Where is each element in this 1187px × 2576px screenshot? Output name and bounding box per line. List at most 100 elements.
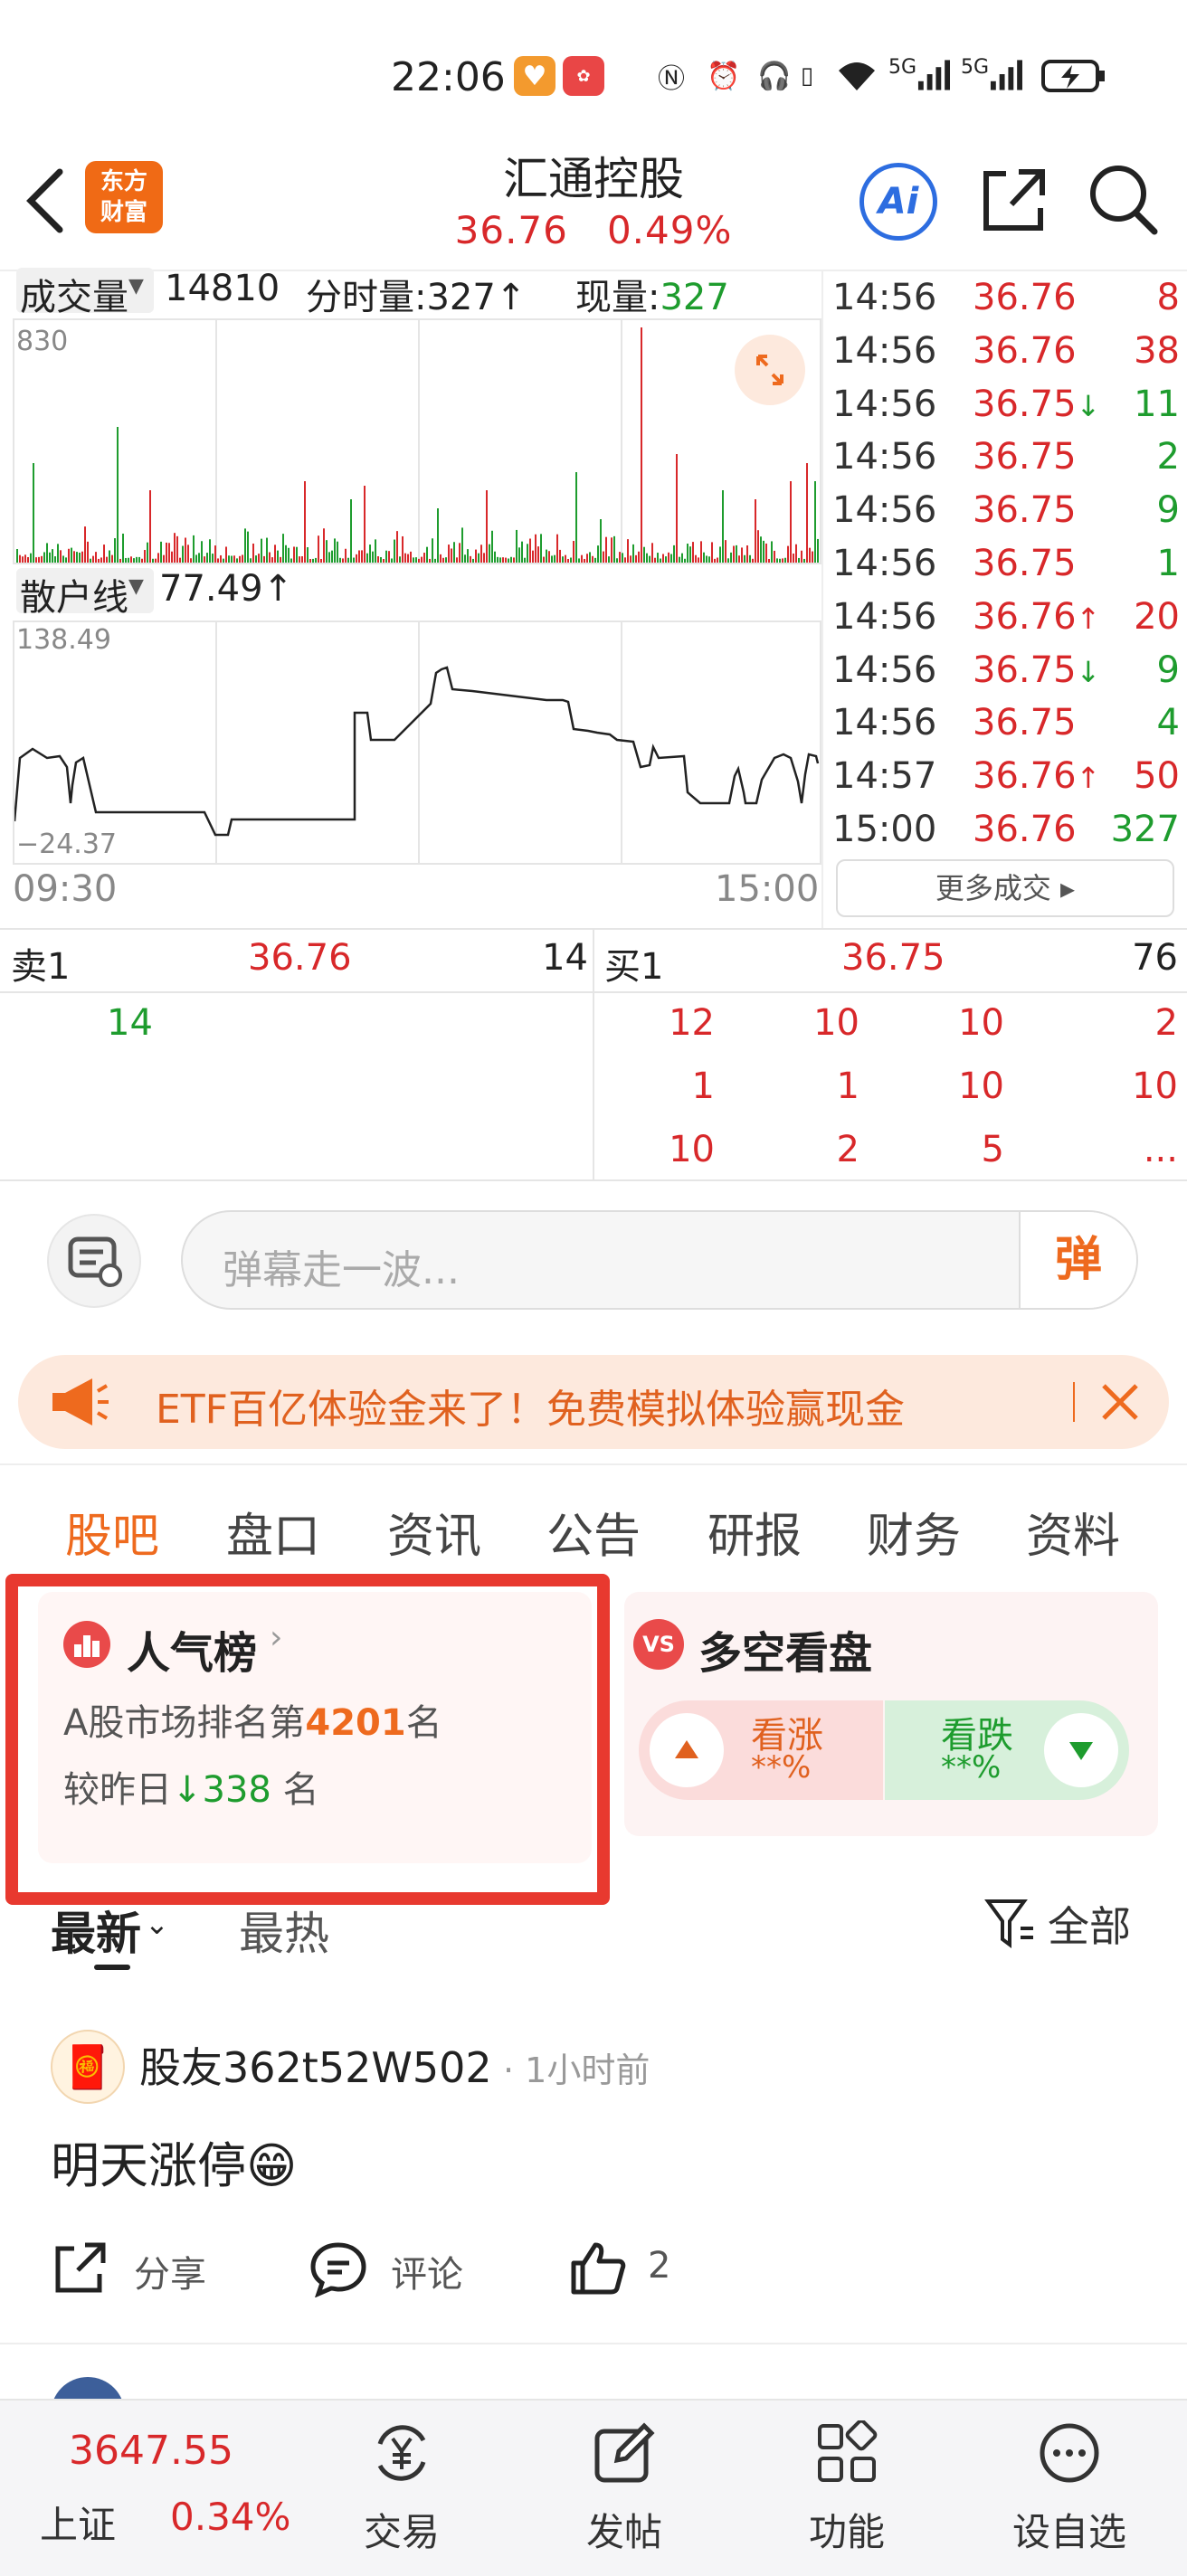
post-author[interactable]: 股友362t52W502: [139, 2035, 492, 2095]
trade-time: 14:56: [832, 277, 937, 318]
nav-trade-label: 交易: [363, 2510, 440, 2554]
trade-time: 14:56: [832, 702, 937, 744]
trade-time: 14:56: [832, 329, 937, 372]
long-short-title: 多空看盘: [698, 1628, 873, 1679]
banner-close-button[interactable]: [1095, 1377, 1145, 1427]
banner-text: ETF百亿体验金来了！免费模拟体验赢现金: [156, 1387, 905, 1433]
trade-time: 14:56: [832, 649, 937, 691]
buy-queue-item: 10: [958, 1002, 1004, 1044]
buy-queue-item: 10: [669, 1129, 715, 1170]
comment-label: 评论: [391, 2254, 463, 2296]
index-ticker[interactable]: 3647.55 上证 0.34%: [18, 2401, 290, 2576]
trade-row: 14:56 36.75 2: [832, 436, 1187, 488]
buy-queue-item: 5: [981, 1129, 1004, 1170]
vs-icon: VS: [633, 1619, 684, 1670]
trade-price: 36.75: [973, 702, 1077, 743]
danmu-input[interactable]: 弹幕走一波... 弹: [181, 1210, 1138, 1310]
trade-time: 14:56: [832, 436, 937, 478]
trade-price: 36.75: [973, 436, 1077, 478]
trade-time: 14:57: [832, 755, 937, 798]
index-value: 3647.55: [69, 2428, 233, 2474]
chevron-down-icon: ⌄: [145, 1907, 169, 1941]
bear-value: **%: [941, 1749, 1002, 1785]
like-button[interactable]: 2: [568, 2238, 713, 2301]
buy-queue-item: 2: [1154, 1002, 1178, 1044]
comment-button[interactable]: 评论: [309, 2238, 490, 2301]
buy-price: 36.75: [841, 937, 945, 979]
long-short-card[interactable]: VS 多空看盘 看涨 **% 看跌 **%: [624, 1592, 1158, 1836]
index-name: 上证: [40, 2503, 117, 2547]
buy-queue-item: ...: [1143, 1129, 1178, 1170]
trade-price-value: 36.75: [973, 383, 1077, 425]
trade-row: 14:56 36.75 9: [832, 489, 1187, 542]
tab-finance[interactable]: 财务: [867, 1498, 961, 1566]
trade-volume: 9: [1156, 489, 1180, 532]
tab-profile[interactable]: 资料: [1026, 1498, 1120, 1566]
trade-price: 36.76: [973, 277, 1077, 318]
filter-button[interactable]: 全部: [984, 1892, 1174, 1956]
trade-time: 14:56: [832, 489, 937, 532]
nav-watchlist[interactable]: 设自选: [979, 2401, 1160, 2576]
sort-latest-tab[interactable]: 最新: [51, 1898, 141, 1963]
trade-price: 36.75: [973, 489, 1077, 531]
buy-queue-item: 1: [691, 1065, 715, 1107]
nav-trade[interactable]: 交易: [311, 2401, 492, 2576]
sell-price: 36.76: [248, 937, 352, 979]
trade-price-value: 36.76: [973, 277, 1077, 318]
more-trades-button[interactable]: 更多成交 ▸: [836, 859, 1174, 917]
nav-functions[interactable]: 功能: [756, 2401, 937, 2576]
trade-price-value: 36.75: [973, 649, 1077, 691]
trade-volume: 8: [1156, 277, 1180, 318]
bear-button[interactable]: 看跌 **%: [885, 1700, 1129, 1800]
sort-hot-tab[interactable]: 最热: [239, 1898, 329, 1963]
grid-icon: [818, 2420, 878, 2482]
arrow-down-icon: ↓: [1076, 388, 1101, 423]
bull-value: **%: [751, 1749, 812, 1785]
active-sort-indicator: [94, 1965, 130, 1970]
nav-post[interactable]: 发帖: [534, 2401, 715, 2576]
trade-volume: 50: [1134, 755, 1180, 798]
tab-pankou[interactable]: 盘口: [226, 1498, 320, 1566]
arrow-up-icon: ↑: [1076, 761, 1101, 796]
trade-row: 14:56 36.75↓ 11: [832, 384, 1187, 436]
tab-research[interactable]: 研报: [707, 1498, 802, 1566]
trade-row: 14:56 36.75↓ 9: [832, 649, 1187, 702]
tab-news[interactable]: 资讯: [387, 1498, 481, 1566]
buy-queue-item: 10: [1132, 1065, 1178, 1107]
trade-price: 36.75↓: [973, 384, 1100, 425]
trade-row: 15:00 36.76 327: [832, 809, 1187, 861]
buy-queue-item: 1: [836, 1065, 859, 1107]
trade-volume: 4: [1156, 702, 1180, 744]
post-content[interactable]: 明天涨停😁: [51, 2126, 297, 2197]
trade-time: 14:56: [832, 543, 937, 584]
post-time: · 1小时前: [503, 2050, 650, 2090]
trade-volume: 2: [1156, 436, 1180, 478]
bull-icon: [650, 1713, 724, 1787]
avatar[interactable]: 🧧: [51, 2030, 125, 2104]
tab-announcements[interactable]: 公告: [546, 1498, 641, 1566]
tab-guba[interactable]: 股吧: [65, 1498, 159, 1566]
trade-row: 14:56 36.76↑ 20: [832, 596, 1187, 649]
trade-price: 36.75: [973, 543, 1077, 584]
danmu-settings-button[interactable]: [47, 1214, 141, 1308]
buy-queue-item: 10: [958, 1065, 1004, 1107]
highlight-box: [5, 1574, 610, 1905]
share-post-button[interactable]: 分享: [51, 2238, 232, 2301]
trade-price-value: 36.75: [973, 489, 1077, 532]
trade-price: 36.76: [973, 809, 1077, 850]
megaphone-icon: [52, 1378, 109, 1425]
like-count: 2: [648, 2245, 671, 2287]
buy-volume: 76: [1132, 937, 1178, 979]
buy-label: 买1: [604, 946, 664, 988]
yen-cycle-icon: [377, 2425, 426, 2481]
nav-post-label: 发帖: [585, 2510, 662, 2554]
trade-price: 36.76↑: [973, 596, 1100, 638]
bull-button[interactable]: 看涨 **%: [639, 1700, 883, 1800]
promo-banner[interactable]: ETF百亿体验金来了！免费模拟体验赢现金: [18, 1355, 1169, 1449]
trade-time: 15:00: [832, 809, 937, 850]
trade-price-value: 36.75: [973, 702, 1077, 744]
more-icon: [1040, 2423, 1099, 2483]
share-icon: [55, 2242, 106, 2293]
danmu-send-button[interactable]: 弹: [1019, 1212, 1136, 1308]
buy-queue-item: 12: [669, 1002, 715, 1044]
